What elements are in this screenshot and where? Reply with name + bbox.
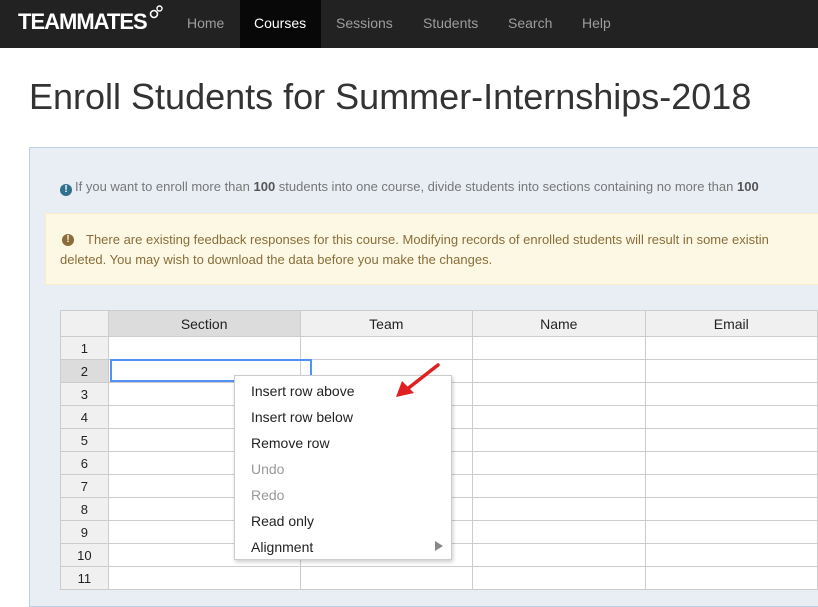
menu-insert-row-above[interactable]: Insert row above: [251, 383, 355, 399]
row-header[interactable]: 8: [60, 497, 109, 521]
grid-cell[interactable]: [644, 543, 818, 567]
column-header-section[interactable]: Section: [107, 310, 301, 337]
warning-text-line1: There are existing feedback responses fo…: [86, 232, 769, 247]
grid-cell[interactable]: [644, 497, 818, 521]
grid-cell[interactable]: [644, 566, 818, 590]
warning-text-line2: deleted. You may wish to download the da…: [60, 252, 493, 267]
info-icon: !: [60, 184, 72, 196]
corner-header: [60, 310, 109, 337]
warning-alert: ! There are existing feedback responses …: [45, 213, 818, 285]
menu-undo: Undo: [251, 461, 285, 477]
nav-home[interactable]: Home: [173, 0, 238, 48]
grid-cell[interactable]: [644, 451, 818, 475]
row-header[interactable]: 2: [60, 359, 109, 383]
context-menu: Insert row above Insert row below Remove…: [234, 375, 452, 560]
top-navbar: TEAMMATES Home Courses Sessions Students…: [0, 0, 818, 48]
grid-cell[interactable]: [471, 359, 646, 383]
annotation-arrow-icon: [396, 363, 440, 397]
nav-sessions[interactable]: Sessions: [322, 0, 407, 48]
menu-read-only[interactable]: Read only: [251, 513, 314, 529]
grid-cell[interactable]: [471, 497, 646, 521]
menu-redo: Redo: [251, 487, 285, 503]
grid-cell[interactable]: [644, 520, 818, 544]
grid-cell[interactable]: [471, 520, 646, 544]
column-header-email[interactable]: Email: [644, 310, 818, 337]
grid-cell[interactable]: [471, 566, 646, 590]
row-header[interactable]: 11: [60, 566, 109, 590]
info-bold-2: 100: [736, 179, 759, 194]
grid-cell[interactable]: [644, 336, 818, 360]
grid-cell[interactable]: [471, 451, 646, 475]
row-header[interactable]: 3: [60, 382, 109, 406]
row-header[interactable]: 5: [60, 428, 109, 452]
info-text-2: students into one course, divide student…: [275, 179, 737, 194]
grid-cell[interactable]: [644, 474, 818, 498]
column-header-name[interactable]: Name: [471, 310, 646, 337]
grid-cell[interactable]: [471, 382, 646, 406]
row-header[interactable]: 4: [60, 405, 109, 429]
grid-cell[interactable]: [644, 382, 818, 406]
grid-cell[interactable]: [471, 405, 646, 429]
info-message: ! If you want to enroll more than 100 stu…: [60, 179, 759, 196]
info-text-1: If you want to enroll more than: [75, 179, 254, 194]
grid-cell[interactable]: [471, 474, 646, 498]
grid-cell[interactable]: [471, 543, 646, 567]
grid-cell[interactable]: [107, 336, 301, 360]
submenu-arrow-icon: [435, 541, 443, 551]
row-header[interactable]: 7: [60, 474, 109, 498]
table-row: 11: [60, 566, 818, 590]
nav-courses[interactable]: Courses: [240, 0, 321, 48]
nav-students[interactable]: Students: [409, 0, 492, 48]
grid-cell[interactable]: [471, 428, 646, 452]
row-header[interactable]: 1: [60, 336, 109, 360]
gear-logo-icon: [149, 5, 163, 19]
page-title: Enroll Students for Summer-Internships-2…: [29, 76, 752, 117]
grid-cell[interactable]: [644, 359, 818, 383]
row-header[interactable]: 10: [60, 543, 109, 567]
grid-cell[interactable]: [644, 428, 818, 452]
menu-alignment[interactable]: Alignment: [251, 539, 313, 555]
warning-icon: !: [62, 234, 74, 246]
grid-cell[interactable]: [644, 405, 818, 429]
column-header-team[interactable]: Team: [299, 310, 473, 337]
menu-remove-row[interactable]: Remove row: [251, 435, 330, 451]
row-header[interactable]: 9: [60, 520, 109, 544]
menu-insert-row-below[interactable]: Insert row below: [251, 409, 353, 425]
row-header[interactable]: 6: [60, 451, 109, 475]
brand-logo[interactable]: TEAMMATES: [18, 9, 148, 35]
info-bold-1: 100: [253, 179, 276, 194]
grid-cell[interactable]: [299, 336, 473, 360]
nav-search[interactable]: Search: [494, 0, 566, 48]
grid-cell[interactable]: [299, 566, 473, 590]
table-row: 1: [60, 336, 818, 360]
grid-cell[interactable]: [107, 566, 301, 590]
grid-cell[interactable]: [471, 336, 646, 360]
nav-help[interactable]: Help: [568, 0, 625, 48]
